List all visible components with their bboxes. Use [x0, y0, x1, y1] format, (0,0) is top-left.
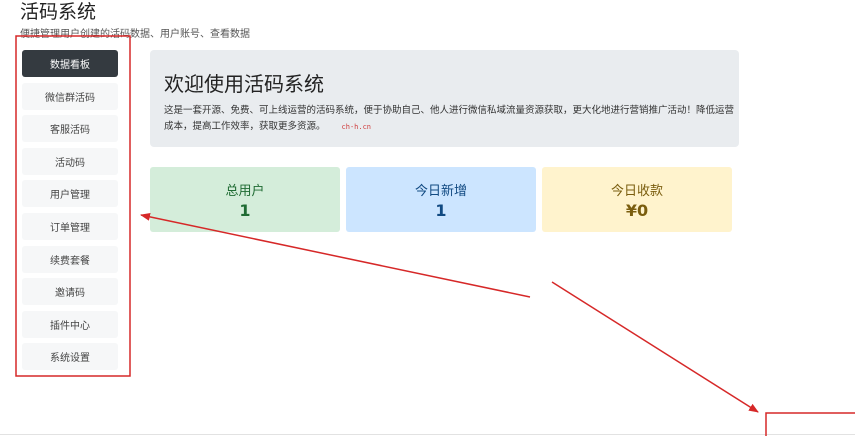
sidebar-item-wechat-group-code[interactable]: 微信群活码 [22, 82, 118, 110]
watermark-text: ch-h.cn [341, 123, 372, 131]
sidebar-item-user-management[interactable]: 用户管理 [22, 180, 118, 208]
welcome-description-text: 这是一套开源、免费、可上线运营的活码系统，便于协助自己、他人进行微信私域流量资源… [164, 105, 735, 132]
annotation-box-corner [765, 412, 855, 436]
sidebar-item-order-management[interactable]: 订单管理 [22, 212, 118, 240]
page-subtitle: 便捷管理用户创建的活码数据、用户账号、查看数据 [20, 29, 250, 40]
stat-label-income-today: 今日收款 [610, 183, 663, 199]
sidebar-item-activity-code[interactable]: 活动码 [22, 147, 118, 175]
bottom-divider [0, 434, 855, 435]
sidebar-item-dashboard[interactable]: 数据看板 [22, 50, 118, 77]
stat-label-new-today: 今日新增 [414, 183, 467, 199]
stat-value-total-users: 1 [239, 200, 251, 220]
annotation-arrow-right [551, 281, 759, 413]
stat-value-new-today: 1 [435, 200, 447, 220]
sidebar-item-plugin-center[interactable]: 插件中心 [22, 310, 118, 338]
stat-card-income-today: 今日收款 ¥0 [542, 167, 732, 232]
sidebar-item-invite-code[interactable]: 邀请码 [22, 278, 118, 306]
sidebar-menu: 数据看板 微信群活码 客服活码 活动码 用户管理 订单管理 续费套餐 邀请码 插… [22, 50, 118, 376]
stat-value-income-today: ¥0 [625, 200, 649, 220]
sidebar-item-system-settings[interactable]: 系统设置 [22, 343, 118, 371]
welcome-title: 欢迎使用活码系统 [164, 72, 324, 96]
page-title: 活码系统 [20, 1, 97, 23]
stat-card-new-today: 今日新增 1 [346, 167, 536, 232]
welcome-banner: 欢迎使用活码系统 这是一套开源、免费、可上线运营的活码系统，便于协助自己、他人进… [150, 50, 739, 147]
sidebar-item-renewal-plans[interactable]: 续费套餐 [22, 245, 118, 273]
sidebar-item-customer-service-code[interactable]: 客服活码 [22, 115, 118, 143]
welcome-description: 这是一套开源、免费、可上线运营的活码系统，便于协助自己、他人进行微信私域流量资源… [164, 103, 734, 135]
stat-card-total-users: 总用户 1 [150, 167, 340, 232]
stat-label-total-users: 总用户 [225, 183, 265, 199]
